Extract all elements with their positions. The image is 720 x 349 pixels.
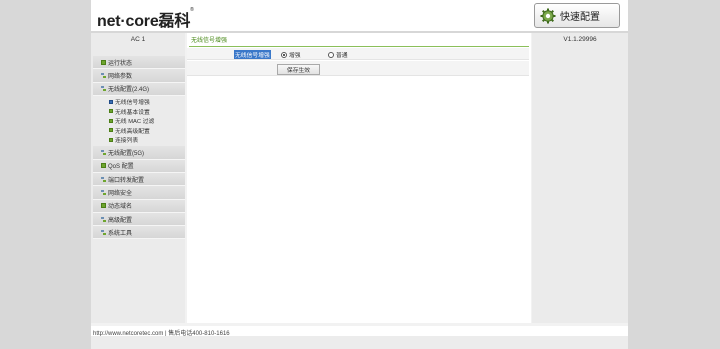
submenu-item-mac-filter[interactable]: 无线 MAC 过滤 [93, 116, 185, 126]
submenu-item-signal-boost[interactable]: 无线信号增强 [93, 97, 185, 107]
menu-item-qos[interactable]: QoS 配置 [93, 159, 185, 173]
radio-label: 增强 [289, 53, 301, 59]
menu-item-label: QoS 配置 [108, 164, 134, 171]
signal-mode-label: 无线信号增强 [234, 50, 271, 59]
tree-icon [101, 229, 106, 235]
bullet-icon [109, 109, 113, 114]
radio-enhanced[interactable]: 增强 [281, 50, 301, 59]
radio-unselected-icon [328, 51, 334, 58]
bullet-icon [101, 59, 106, 65]
submenu-item-advanced[interactable]: 无线高级配置 [93, 125, 185, 135]
sidebar: AC 1 运行状态 网络参数 无线配置(2.4G) 无线信号增强 无线基本设置 … [91, 33, 185, 323]
menu-item-port-forwarding[interactable]: 端口转发配置 [93, 172, 185, 187]
bullet-icon [109, 99, 113, 104]
quick-setup-label: 快速配置 [560, 12, 600, 23]
radio-label: 普通 [336, 53, 348, 59]
submenu-item-label: 无线高级配置 [115, 128, 150, 135]
firmware-version: V1.1.29996 [563, 36, 597, 43]
submenu-item-client-list[interactable]: 连接列表 [93, 135, 185, 145]
menu-item-system-tools[interactable]: 系统工具 [93, 226, 185, 240]
registered-mark-icon: ® [190, 7, 194, 13]
menu-item-label: 高级配置 [108, 217, 133, 224]
submenu-item-label: 无线基本设置 [115, 109, 150, 116]
device-model: AC 1 [130, 36, 146, 43]
menu-item-label: 端口转发配置 [108, 177, 145, 184]
submenu-item-label: 无线 MAC 过滤 [115, 119, 155, 126]
bullet-icon [109, 118, 113, 123]
tree-icon [101, 72, 106, 78]
main-content: 无线信号增强 无线信号增强 增强 普通 保存生效 [187, 33, 531, 323]
menu-item-wireless-5g[interactable]: 无线配置(5G) [93, 146, 185, 160]
footer: http://www.netcoretec.com | 售后电话400-810-… [91, 326, 628, 337]
signal-mode-row: 无线信号增强 增强 普通 [187, 48, 529, 60]
panel-divider [189, 46, 529, 47]
tree-icon [101, 86, 106, 92]
footer-bar [91, 336, 628, 349]
brand-logo: net·core磊科® [97, 7, 194, 31]
menu-item-network[interactable]: 网络参数 [93, 69, 185, 83]
menu-item-label: 无线配置(5G) [108, 151, 145, 158]
tree-icon [101, 189, 106, 195]
menu-item-label: 网络安全 [108, 190, 133, 197]
tree-icon [101, 216, 106, 222]
tree-icon [101, 150, 106, 156]
submenu-item-basic[interactable]: 无线基本设置 [93, 106, 185, 116]
menu-item-label: 动态域名 [108, 204, 133, 211]
submenu-item-label: 无线信号增强 [115, 100, 150, 107]
menu-item-advanced[interactable]: 高级配置 [93, 212, 185, 227]
panel-title: 无线信号增强 [191, 38, 228, 44]
save-row: 保存生效 [187, 61, 529, 76]
menu-item-label: 无线配置(2.4G) [108, 87, 150, 94]
menu-item-status[interactable]: 运行状态 [93, 56, 185, 70]
brand-name-cn: 磊科 [158, 13, 191, 30]
menu-item-security[interactable]: 网络安全 [93, 186, 185, 200]
router-admin-page: net·core磊科® 快速配置 AC 1 运行状态 网络参数 无线配置(2.4… [91, 0, 628, 349]
radio-normal[interactable]: 普通 [328, 50, 348, 59]
menu-item-label: 系统工具 [108, 230, 133, 237]
menu-item-wireless-24g[interactable]: 无线配置(2.4G) [93, 82, 185, 96]
bullet-icon [101, 163, 106, 169]
menu-item-ddns[interactable]: 动态域名 [93, 199, 185, 213]
sidebar-menu: 运行状态 网络参数 无线配置(2.4G) 无线信号增强 无线基本设置 无线 MA… [93, 56, 185, 240]
right-column: V1.1.29996 [532, 33, 628, 323]
wireless-24g-submenu: 无线信号增强 无线基本设置 无线 MAC 过滤 无线高级配置 连接列表 [93, 95, 185, 147]
save-button[interactable]: 保存生效 [277, 64, 320, 75]
bullet-icon [109, 128, 113, 133]
quick-setup-button[interactable]: 快速配置 [534, 3, 620, 28]
submenu-item-label: 连接列表 [115, 138, 139, 145]
menu-item-label: 网络参数 [108, 73, 133, 80]
bullet-icon [109, 137, 113, 142]
brand-name-en: net·core [97, 13, 159, 30]
header: net·core磊科® 快速配置 [91, 0, 628, 31]
tree-icon [101, 176, 106, 182]
radio-selected-icon [281, 51, 287, 58]
bullet-icon [101, 203, 106, 209]
menu-item-label: 运行状态 [108, 60, 133, 67]
gear-icon [540, 8, 556, 23]
